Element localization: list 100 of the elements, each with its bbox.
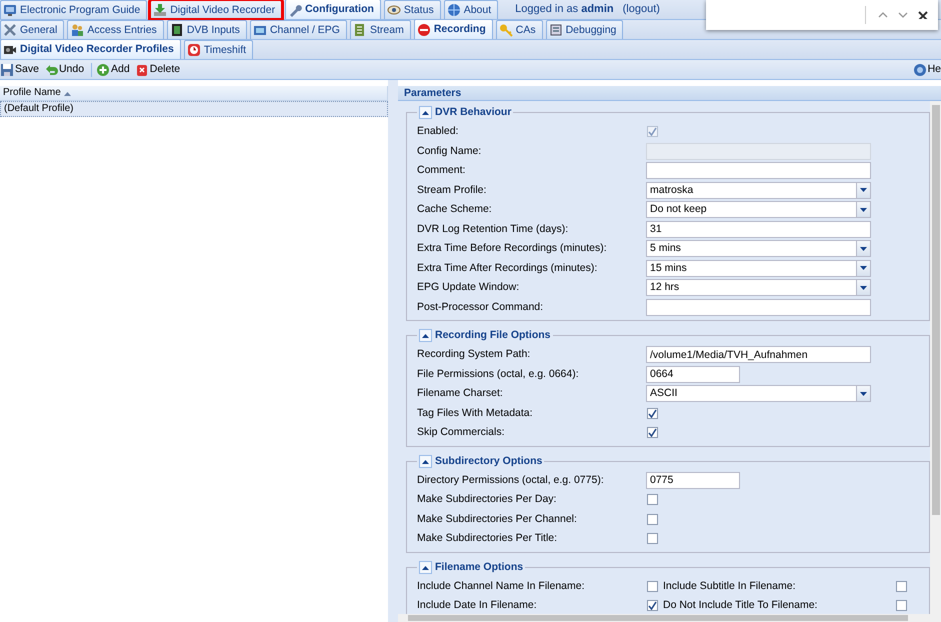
dropdown-field[interactable]: ASCII: [646, 385, 871, 402]
save-button[interactable]: Save: [0, 60, 42, 78]
undo-button[interactable]: Undo: [44, 60, 88, 78]
field-label: Extra Time Before Recordings (minutes):: [417, 242, 608, 256]
film-icon: [170, 23, 184, 37]
field-label: Do Not Include Title To Filename:: [663, 599, 818, 612]
field-label: Make Subdirectories Per Channel:: [417, 512, 578, 526]
caret-down-icon: [860, 246, 867, 251]
debug-icon: [548, 23, 563, 37]
tab[interactable]: Debugging: [546, 20, 624, 39]
check-icon: [648, 127, 657, 136]
field-label: Comment:: [417, 164, 466, 178]
download-icon: [153, 3, 168, 17]
input-field[interactable]: /volume1/Media/TVH_Aufnahmen: [646, 346, 871, 364]
field-label: Include Channel Name In Filename:: [417, 580, 586, 593]
input-field[interactable]: 31: [646, 220, 871, 238]
checkbox[interactable]: [647, 580, 658, 592]
collapse-toggle[interactable]: [419, 454, 432, 468]
dropdown-field[interactable]: 12 hrs: [646, 279, 871, 296]
column-header[interactable]: Profile Name: [0, 86, 388, 101]
dropdown-field[interactable]: 15 mins: [646, 260, 871, 277]
tab[interactable]: Recording: [414, 19, 493, 39]
collapse-toggle[interactable]: [419, 106, 432, 119]
tab[interactable]: Digital Video Recorder: [150, 0, 282, 19]
wrench-icon: [288, 2, 302, 16]
tab[interactable]: About: [444, 0, 498, 19]
triangle-up-icon: [422, 333, 429, 338]
profile-row[interactable]: (Default Profile): [0, 101, 388, 117]
caret-down-icon: [860, 286, 867, 290]
delete-icon: [134, 62, 149, 76]
globe-icon: [446, 3, 461, 17]
add-icon: [96, 62, 110, 76]
chevron-up-icon[interactable]: [878, 11, 888, 19]
logout-link[interactable]: (logout): [622, 2, 660, 16]
field-label: Directory Permissions (octal, e.g. 0775):: [417, 474, 605, 487]
field-label: Skip Commercials:: [417, 426, 506, 440]
collapse-toggle[interactable]: [419, 560, 432, 574]
tab[interactable]: DVB Inputs: [166, 20, 247, 39]
tab[interactable]: Configuration: [285, 0, 381, 19]
tv-icon: [3, 3, 17, 17]
delete-button[interactable]: Delete: [134, 60, 184, 78]
clock-icon: [186, 43, 201, 57]
input-field[interactable]: [646, 162, 871, 180]
vertical-scrollbar[interactable]: [930, 101, 941, 614]
field-label: Recording System Path:: [417, 348, 532, 362]
caret-down-icon: [860, 392, 867, 396]
sort-up-icon: [64, 90, 71, 96]
dropdown-field[interactable]: Do not keep: [646, 201, 871, 218]
help-icon: [912, 62, 927, 76]
checkbox[interactable]: [647, 600, 658, 612]
field-label: Cache Scheme:: [417, 203, 493, 216]
field-label: File Permissions (octal, e.g. 0664):: [417, 368, 580, 381]
check-icon: [648, 601, 657, 610]
tab[interactable]: Channel / EPG: [250, 20, 347, 39]
tab[interactable]: General: [0, 20, 64, 39]
undo-icon: [44, 62, 58, 76]
field-label: Post-Processor Command:: [417, 300, 544, 314]
checkbox[interactable]: [647, 533, 658, 544]
caret-down-icon: [860, 208, 867, 212]
field-label: Stream Profile:: [417, 184, 488, 197]
tab[interactable]: Timeshift: [184, 40, 254, 59]
caret-down-icon: [860, 266, 867, 270]
input-field[interactable]: 0664: [646, 366, 740, 383]
field-label: Enabled:: [417, 125, 460, 138]
triangle-up-icon: [422, 458, 429, 464]
checkbox[interactable]: [647, 408, 658, 419]
field-label: Include Subtitle In Filename:: [663, 580, 796, 593]
tab[interactable]: Access Entries: [67, 20, 164, 39]
horizontal-scrollbar[interactable]: [398, 614, 941, 622]
tab[interactable]: Digital Video Recorder Profiles: [0, 39, 181, 59]
field-label: Config Name:: [417, 144, 482, 158]
chevron-down-icon[interactable]: [898, 11, 908, 19]
field-label: Tag Files With Metadata:: [417, 406, 534, 420]
field-label: Include Date In Filename:: [417, 599, 538, 612]
field-label: Make Subdirectories Per Day:: [417, 493, 558, 506]
checkbox[interactable]: [647, 494, 658, 506]
input-field[interactable]: [646, 298, 871, 316]
dropdown-field[interactable]: matroska: [646, 182, 871, 199]
field-label: Make Subdirectories Per Title:: [417, 532, 558, 546]
panel-title: Parameters: [398, 86, 941, 101]
add-button[interactable]: Add: [96, 60, 133, 78]
collapse-toggle[interactable]: [419, 329, 432, 342]
triangle-up-icon: [422, 110, 429, 115]
checkbox[interactable]: [647, 514, 658, 525]
dropdown-field[interactable]: 5 mins: [646, 240, 871, 258]
record-icon: [416, 22, 431, 36]
checkbox[interactable]: [647, 427, 658, 438]
eye-icon: [386, 3, 401, 17]
section-title: Subdirectory Options: [435, 456, 542, 466]
input-field[interactable]: 0775: [646, 472, 740, 489]
tab[interactable]: CAs: [496, 20, 543, 39]
close-icon[interactable]: [918, 11, 928, 19]
field-label: EPG Update Window:: [417, 281, 520, 294]
checkbox[interactable]: [896, 600, 907, 612]
checkbox[interactable]: [896, 580, 907, 592]
tab[interactable]: Electronic Program Guide: [0, 0, 148, 19]
tab[interactable]: Stream: [350, 20, 411, 39]
help-button[interactable]: He: [912, 62, 941, 76]
tab[interactable]: Status: [384, 0, 441, 19]
users-icon: [70, 23, 84, 37]
